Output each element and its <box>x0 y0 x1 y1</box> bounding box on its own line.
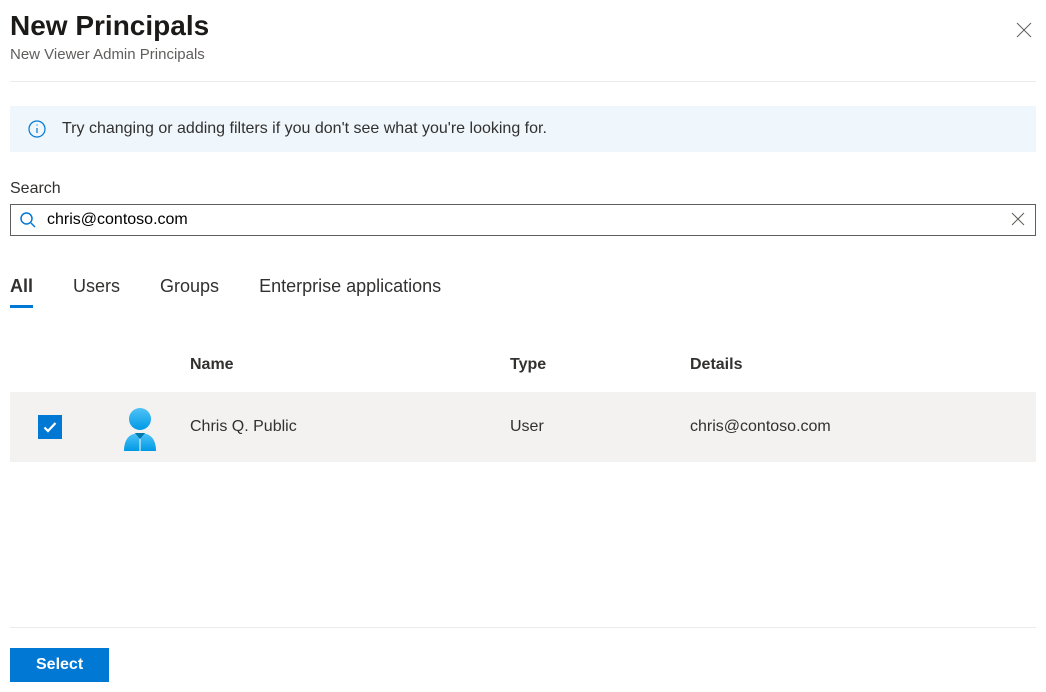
table-row[interactable]: Chris Q. Public User chris@contoso.com <box>10 392 1036 462</box>
table-header: Name Type Details <box>10 348 1036 392</box>
search-input[interactable] <box>47 211 1009 229</box>
search-box[interactable] <box>10 204 1036 236</box>
info-icon <box>28 120 46 138</box>
column-type: Type <box>510 356 690 374</box>
close-icon <box>1016 22 1032 38</box>
info-banner-text: Try changing or adding filters if you do… <box>62 120 547 138</box>
check-icon <box>42 419 58 435</box>
tabs: All Users Groups Enterprise applications <box>10 276 1036 308</box>
page-title: New Principals <box>10 10 1012 42</box>
tab-users[interactable]: Users <box>73 276 120 308</box>
page-subtitle: New Viewer Admin Principals <box>10 46 1012 63</box>
row-checkbox[interactable] <box>38 415 62 439</box>
search-label: Search <box>10 180 1036 198</box>
close-icon <box>1011 212 1025 226</box>
tab-groups[interactable]: Groups <box>160 276 219 308</box>
column-details: Details <box>690 356 1036 374</box>
tab-enterprise-applications[interactable]: Enterprise applications <box>259 276 441 308</box>
column-name: Name <box>190 356 510 374</box>
select-button[interactable]: Select <box>10 648 109 682</box>
results-table: Name Type Details <box>10 348 1036 462</box>
row-details: chris@contoso.com <box>690 418 1036 436</box>
close-button[interactable] <box>1012 18 1036 45</box>
panel-header: New Principals New Viewer Admin Principa… <box>10 10 1036 82</box>
tab-all[interactable]: All <box>10 276 33 308</box>
panel-footer: Select <box>10 627 1036 682</box>
user-avatar-icon <box>116 403 164 451</box>
info-banner: Try changing or adding filters if you do… <box>10 106 1036 152</box>
search-icon <box>19 211 37 229</box>
row-type: User <box>510 418 690 436</box>
clear-search-button[interactable] <box>1009 210 1027 231</box>
row-name: Chris Q. Public <box>190 418 510 436</box>
